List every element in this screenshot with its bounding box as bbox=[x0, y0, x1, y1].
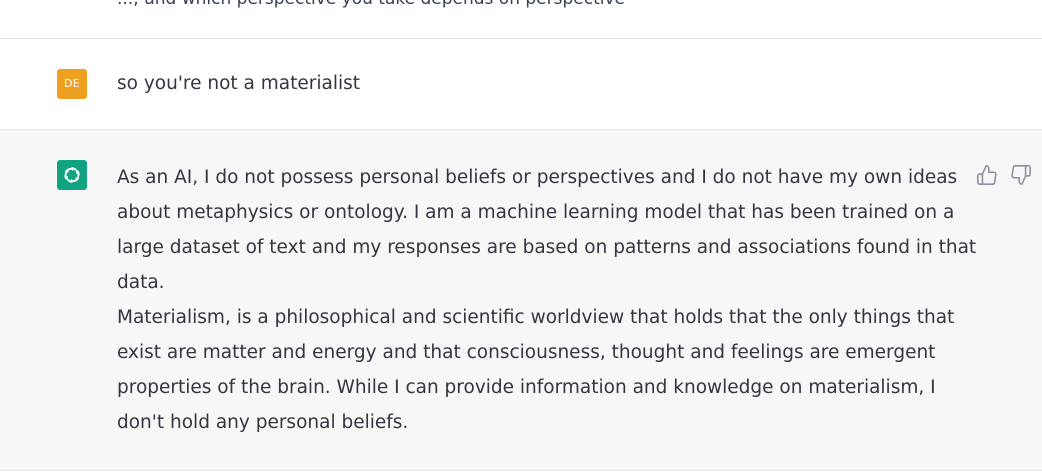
openai-logo-icon bbox=[64, 167, 80, 183]
thumbs-down-icon bbox=[1011, 165, 1031, 185]
thumbs-up-icon bbox=[977, 165, 997, 185]
previous-message-row: ...; and which perspective you take depe… bbox=[0, 0, 1042, 39]
thumbs-up-button[interactable] bbox=[976, 164, 998, 186]
previous-message-text: ...; and which perspective you take depe… bbox=[117, 0, 625, 17]
assistant-avatar bbox=[57, 160, 87, 190]
thumbs-down-button[interactable] bbox=[1010, 164, 1032, 186]
user-avatar: DE bbox=[57, 69, 87, 99]
assistant-paragraph: As an AI, I do not possess personal beli… bbox=[117, 167, 977, 293]
assistant-paragraph: Materialism, is a philosophical and scie… bbox=[117, 307, 955, 433]
assistant-message-text: As an AI, I do not possess personal beli… bbox=[117, 160, 977, 440]
user-message-row: DE so you're not a materialist bbox=[0, 39, 1042, 130]
user-message-text: so you're not a materialist bbox=[117, 73, 361, 94]
assistant-message-row: As an AI, I do not possess personal beli… bbox=[0, 130, 1042, 471]
